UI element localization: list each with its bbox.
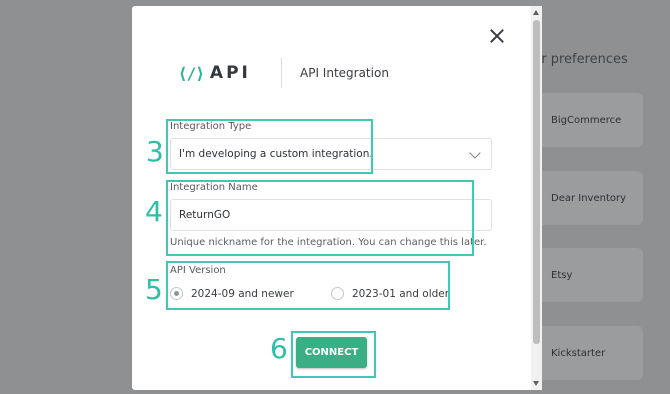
card-label: Etsy [551,269,573,281]
code-brackets-icon: ⟨/⟩ [178,63,205,83]
modal-title: API Integration [300,66,389,80]
annotation-number: 4 [145,195,163,228]
card-etsy[interactable]: Etsy [533,248,643,302]
annotation-number: 3 [146,135,164,168]
highlight-box-api-version [166,261,450,310]
annotation-number: 6 [270,332,288,365]
scroll-up-arrow-icon[interactable] [533,10,539,15]
modal-scrollbar[interactable] [531,6,542,390]
card-dear-inventory[interactable]: Dear Inventory [533,171,643,225]
card-bigcommerce[interactable]: BigCommerce [533,93,643,147]
header-divider [281,58,282,88]
logo-text: API [209,63,251,83]
api-logo: ⟨/⟩ API [178,62,251,84]
card-kickstarter[interactable]: Kickstarter [533,326,643,380]
card-label: BigCommerce [551,114,622,126]
chevron-down-icon [469,147,481,159]
preferences-heading: ur preferences [533,52,628,67]
highlight-box-integration-type [166,119,373,174]
scroll-thumb[interactable] [533,20,540,344]
annotation-number: 5 [145,273,163,306]
card-label: Kickstarter [551,347,606,359]
scroll-down-arrow-icon[interactable] [533,381,539,386]
card-label: Dear Inventory [551,192,627,204]
highlight-box-connect [291,331,376,378]
close-icon[interactable] [487,26,507,46]
highlight-box-integration-name [166,180,474,256]
